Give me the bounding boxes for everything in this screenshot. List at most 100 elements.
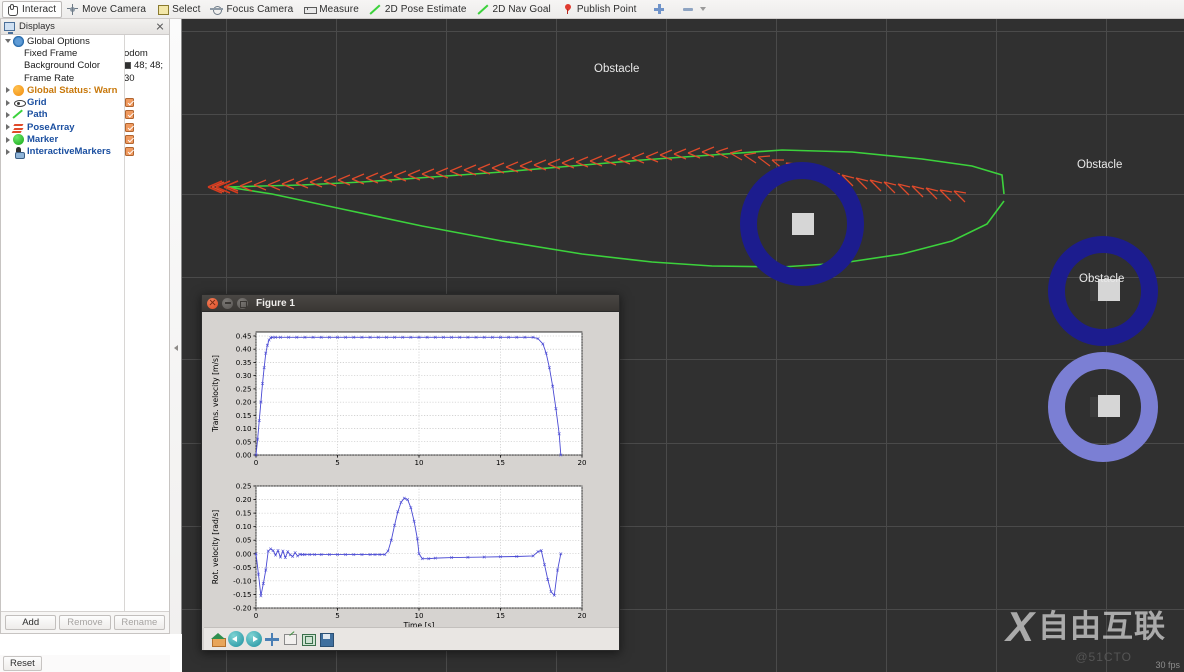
xtick-label: 20 <box>577 611 587 620</box>
tree-item-label: Marker <box>27 134 59 146</box>
close-icon[interactable] <box>154 21 166 33</box>
tree-item-background-color[interactable]: Background Color 48; 48; <box>1 60 169 72</box>
ytick-label: -0.10 <box>233 576 252 585</box>
maximize-icon[interactable] <box>237 297 248 309</box>
checkbox-checked-icon[interactable] <box>125 122 134 132</box>
displays-tree[interactable]: Global Options Fixed Frame odom Backgrou… <box>1 35 169 611</box>
reset-button[interactable]: Reset <box>3 656 42 671</box>
twisty-closed-icon[interactable] <box>3 124 13 131</box>
toolbar-label: 2D Nav Goal <box>492 3 551 15</box>
tree-item-fixed-frame[interactable]: Fixed Frame odom <box>1 47 169 59</box>
splitter-handle-icon[interactable] <box>172 338 180 358</box>
ylabel: Trans. velocity [m/s] <box>211 355 220 433</box>
tree-item-label: Path <box>27 109 48 121</box>
tree-item-marker[interactable]: Marker <box>1 133 169 146</box>
figure-canvas[interactable]: 0.00 0.05 0.10 0.15 0.20 0.25 0.30 0.35 0.40 0.45… <box>204 314 619 630</box>
monitor-icon <box>4 22 15 34</box>
ytick-label: 0.00 <box>236 451 252 460</box>
add-button[interactable]: Add <box>5 615 57 630</box>
hand-icon <box>6 3 19 16</box>
select-icon <box>156 3 169 16</box>
home-icon[interactable] <box>210 631 226 647</box>
toolbar-item-measure[interactable]: Measure <box>299 1 365 18</box>
tree-item-label: Global Status: Warn <box>27 84 118 96</box>
ytick-label: 0.15 <box>236 411 252 420</box>
pan-icon[interactable] <box>264 631 280 647</box>
figure-title: Figure 1 <box>256 297 295 309</box>
move-camera-icon <box>66 3 79 16</box>
checkbox-checked-icon[interactable] <box>125 147 134 157</box>
zoom-icon[interactable] <box>282 631 298 647</box>
ytick-label: 0.25 <box>236 384 252 393</box>
path-icon <box>13 109 24 120</box>
main-toolbar: Interact Move Camera Select Focus Camera… <box>0 0 1184 19</box>
tree-item-enabled-cell[interactable] <box>122 135 169 145</box>
tree-item-global-status[interactable]: Global Status: Warn <box>1 84 169 96</box>
focus-camera-icon <box>210 3 224 16</box>
forward-icon[interactable] <box>246 631 262 647</box>
configure-subplots-icon[interactable] <box>300 631 316 647</box>
toolbar-item-tool-menu[interactable] <box>678 1 712 18</box>
watermark-text: 自由互联 <box>1038 608 1166 645</box>
tree-item-enabled-cell[interactable] <box>122 110 169 120</box>
tree-item-enabled-cell[interactable] <box>122 98 169 108</box>
tree-item-label: PoseArray <box>27 121 75 133</box>
plus-icon <box>653 3 666 16</box>
tree-item-pose-array[interactable]: PoseArray <box>1 121 169 133</box>
obstacle-label: Obstacle <box>1077 159 1123 171</box>
checkbox-checked-icon[interactable] <box>125 98 134 108</box>
twisty-closed-icon[interactable] <box>3 87 13 94</box>
minimize-icon[interactable] <box>222 297 233 309</box>
checkbox-checked-icon[interactable] <box>125 135 134 145</box>
close-icon[interactable] <box>207 297 218 309</box>
path-upper <box>226 149 1005 195</box>
twisty-closed-icon[interactable] <box>3 99 13 106</box>
figure-toolbar <box>204 627 619 650</box>
tree-item-enabled-cell[interactable] <box>122 147 169 157</box>
toolbar-item-focus-camera[interactable]: Focus Camera <box>206 1 299 18</box>
tree-item-value[interactable]: odom <box>122 48 169 59</box>
interactive-markers-icon <box>13 146 25 159</box>
tree-item-label: Fixed Frame <box>24 47 78 59</box>
tree-item-interactive-markers[interactable]: InteractiveMarkers <box>1 146 169 159</box>
save-icon[interactable] <box>318 631 334 647</box>
tree-item-path[interactable]: Path <box>1 109 169 121</box>
tree-item-label: Grid <box>27 97 47 109</box>
tree-item-global-options[interactable]: Global Options <box>1 35 169 47</box>
obstacle-cube-3 <box>1098 395 1120 417</box>
ytick-label: 0.15 <box>236 509 252 518</box>
toolbar-item-2d-nav-goal[interactable]: 2D Nav Goal <box>473 1 557 18</box>
watermark-subtext: @51CTO <box>1075 650 1132 664</box>
tree-item-value[interactable]: 48; 48; <box>122 60 169 71</box>
toolbar-item-publish-point[interactable]: Publish Point <box>557 1 643 18</box>
figure-window[interactable]: Figure 1 0.00 0.05 0.10 0.15 0.20 0.25 0.30 0.3… <box>201 294 620 651</box>
tree-item-frame-rate[interactable]: Frame Rate 30 <box>1 72 169 84</box>
remove-button[interactable]: Remove <box>59 615 111 630</box>
gear-icon <box>13 35 24 47</box>
ytick-label: 0.00 <box>236 549 252 558</box>
map-pin-icon <box>561 3 574 16</box>
toolbar-item-move-camera[interactable]: Move Camera <box>62 1 152 18</box>
ytick-label: 0.25 <box>236 482 252 491</box>
panel-splitter[interactable] <box>170 19 182 634</box>
tree-item-grid[interactable]: Grid <box>1 96 169 108</box>
displays-title: Displays <box>19 21 55 32</box>
twisty-closed-icon[interactable] <box>3 136 13 143</box>
ytick-label: 0.10 <box>236 424 252 433</box>
back-icon[interactable] <box>228 631 244 647</box>
twisty-open-icon[interactable] <box>3 39 13 44</box>
xtick-label: 5 <box>335 458 340 467</box>
twisty-closed-icon[interactable] <box>3 148 13 155</box>
toolbar-item-select[interactable]: Select <box>152 1 206 18</box>
displays-header: Displays <box>1 19 169 35</box>
toolbar-item-2d-pose-estimate[interactable]: 2D Pose Estimate <box>365 1 473 18</box>
tree-item-enabled-cell[interactable] <box>122 122 169 132</box>
toolbar-item-add-tool[interactable] <box>649 1 672 18</box>
toolbar-item-interact[interactable]: Interact <box>2 0 63 18</box>
tree-item-value[interactable]: 30 <box>122 73 169 84</box>
checkbox-checked-icon[interactable] <box>125 110 134 120</box>
toolbar-label: Interact <box>22 3 57 15</box>
rename-button[interactable]: Rename <box>113 615 165 630</box>
displays-buttons: Add Remove Rename <box>1 611 169 633</box>
figure-titlebar[interactable]: Figure 1 <box>202 295 619 312</box>
